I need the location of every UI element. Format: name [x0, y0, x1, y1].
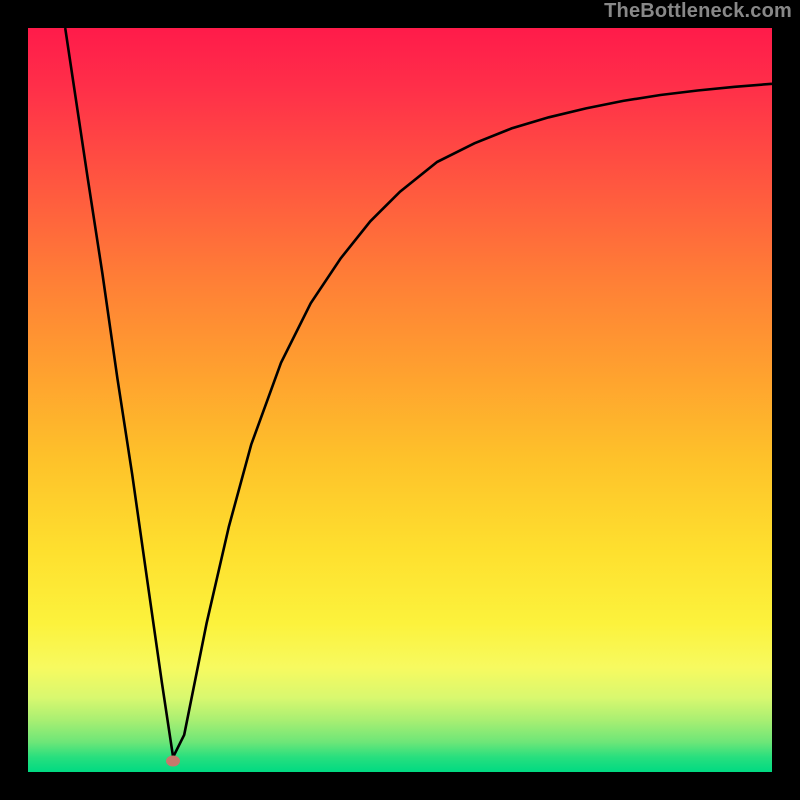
- chart-frame: TheBottleneck.com: [0, 0, 800, 800]
- minimum-marker-icon: [166, 755, 180, 766]
- plot-area: [28, 28, 772, 772]
- watermark-text: TheBottleneck.com: [604, 0, 792, 23]
- curve-path: [65, 28, 772, 757]
- bottleneck-curve: [28, 28, 772, 772]
